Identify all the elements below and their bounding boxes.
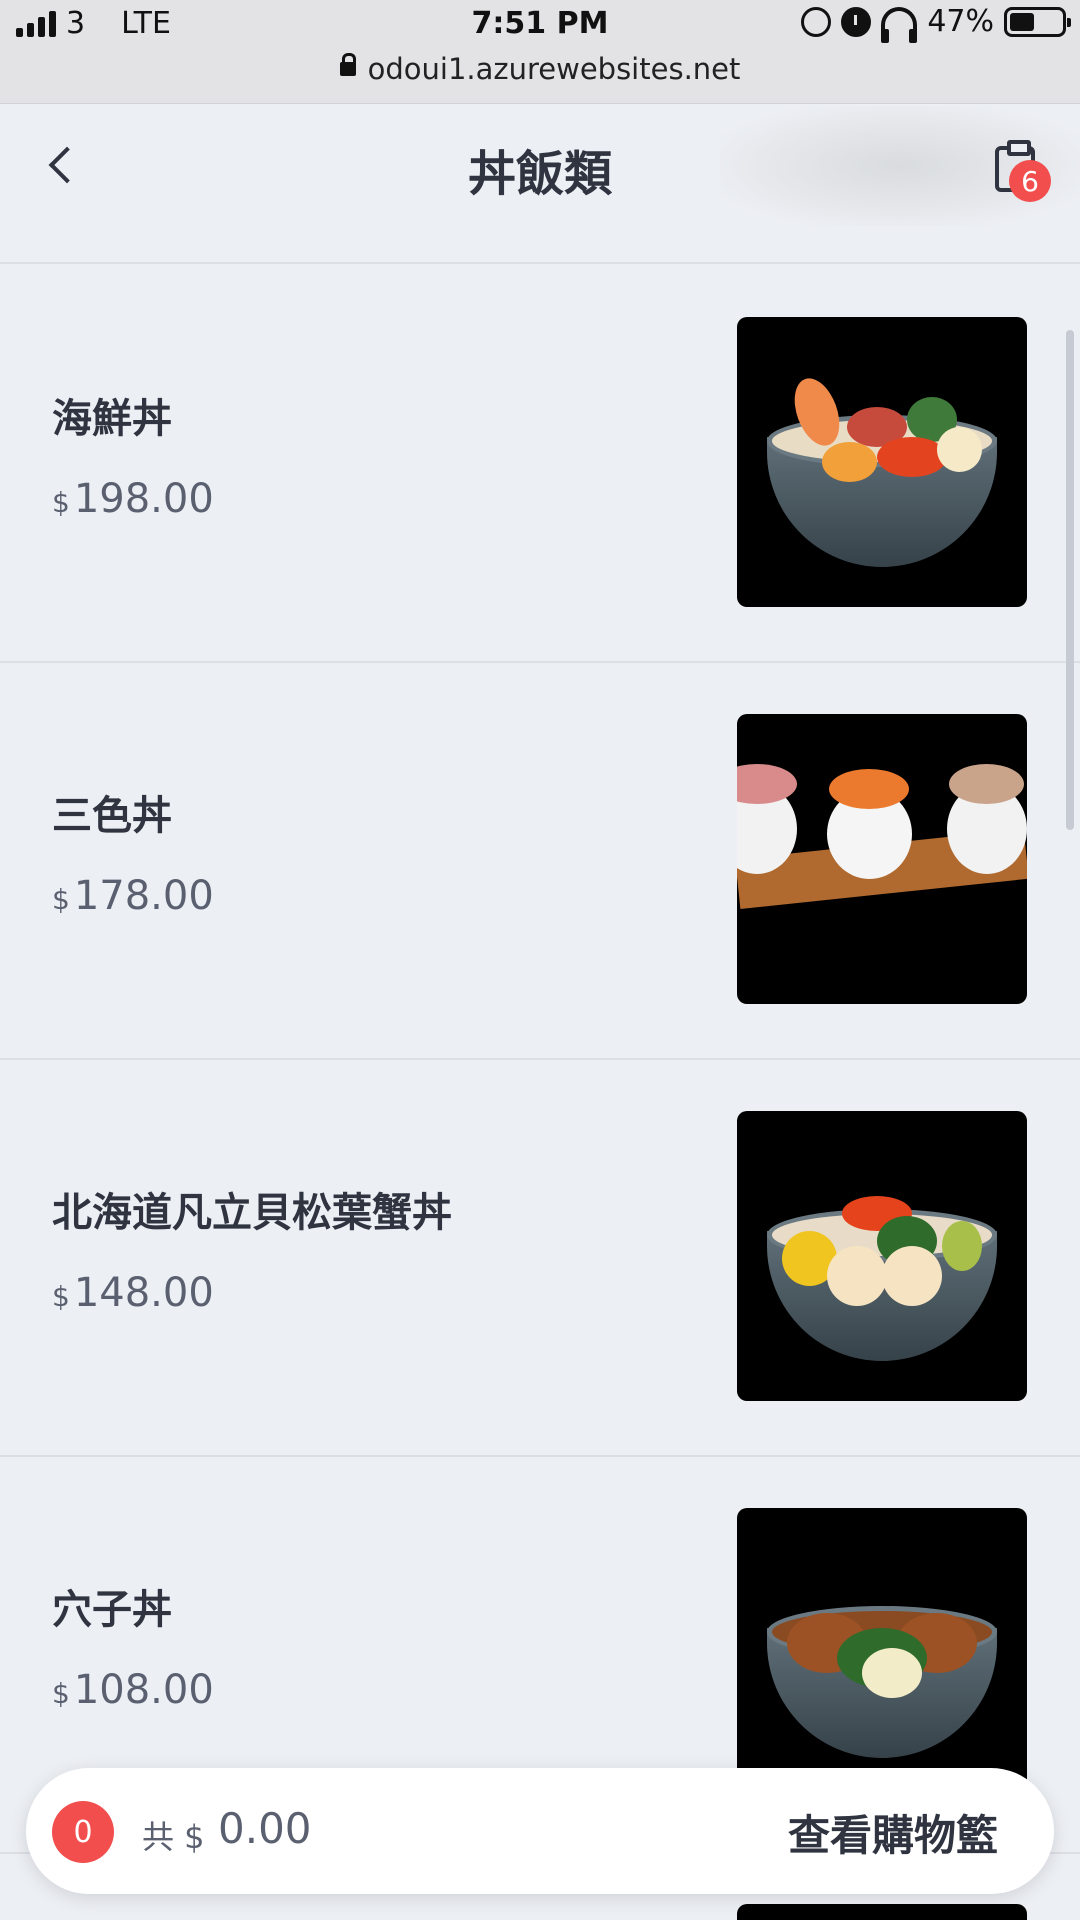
total-label: 共 $ [142, 1818, 205, 1856]
scrollbar[interactable] [1066, 330, 1074, 830]
cart-count-badge: 6 [1009, 160, 1051, 202]
item-image [737, 1508, 1027, 1798]
item-image [737, 1111, 1027, 1401]
list-item[interactable]: 三色丼 $178.00 [0, 663, 1080, 1060]
item-price: $148.00 [52, 1270, 214, 1316]
status-bar: 3 LTE 7:51 PM 47% odoui1.azurewebsites.n… [0, 0, 1080, 104]
cart-button[interactable]: 6 [995, 138, 1051, 202]
view-cart-button[interactable]: 查看購物籃 [788, 1802, 998, 1863]
cart-count-badge: 0 [52, 1801, 114, 1863]
list-item[interactable]: 海鮮丼 $198.00 [0, 266, 1080, 663]
item-price: $178.00 [52, 873, 214, 919]
item-name: 北海道凡立貝松葉蟹丼 [52, 1190, 452, 1236]
item-image [737, 714, 1027, 1004]
item-image [737, 317, 1027, 607]
headphones-icon [881, 6, 918, 43]
item-price: $198.00 [52, 476, 214, 522]
next-item-image-peek [737, 1904, 1027, 1920]
rotation-lock-icon [801, 6, 832, 37]
item-name: 三色丼 [52, 793, 172, 839]
alarm-icon [841, 6, 872, 37]
cart-summary-bar: 0 共 $ 0.00 查看購物籃 [26, 1768, 1054, 1894]
battery-percent: 47% [927, 4, 994, 39]
battery-icon [1004, 6, 1071, 37]
list-item[interactable]: 北海道凡立貝松葉蟹丼 $148.00 [0, 1060, 1080, 1457]
page-header: 丼飯類 6 [0, 104, 1080, 264]
total-value: 0.00 [218, 1804, 312, 1853]
url-text: odoui1.azurewebsites.net [367, 52, 741, 86]
url-bar[interactable]: odoui1.azurewebsites.net [0, 52, 1080, 86]
item-price: $108.00 [52, 1667, 214, 1713]
status-right: 47% [801, 4, 1071, 43]
item-name: 穴子丼 [52, 1587, 172, 1633]
product-list: 海鮮丼 $198.00 三色丼 $178.00 北海道凡立貝松葉蟹丼 $ 148… [0, 266, 1080, 1854]
item-name: 海鮮丼 [52, 396, 172, 442]
lock-icon [339, 53, 356, 76]
